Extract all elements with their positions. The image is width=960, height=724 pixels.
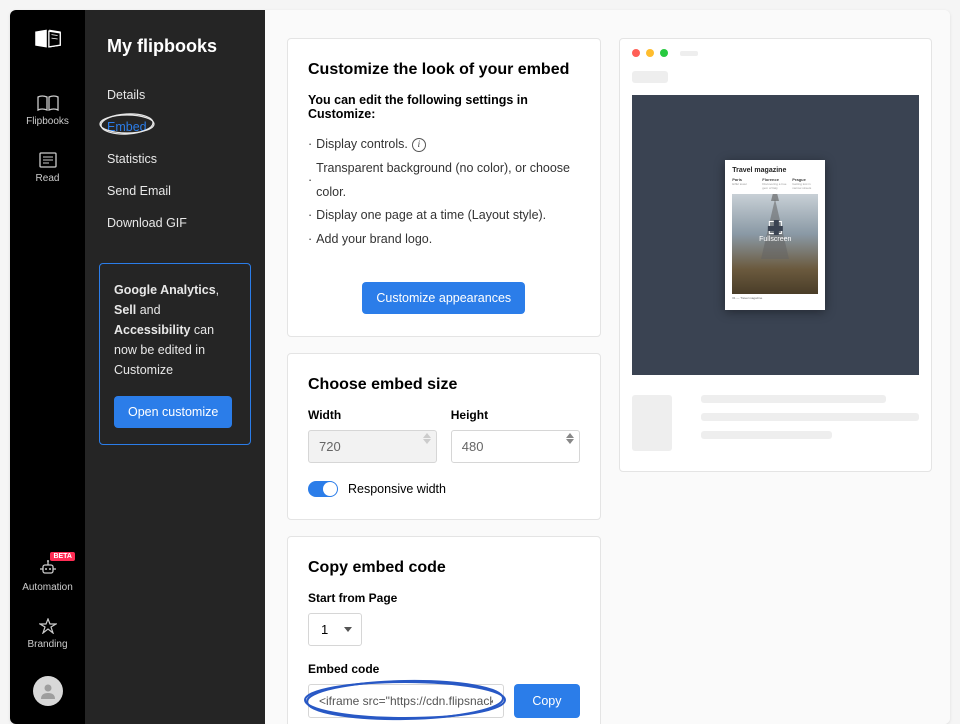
responsive-label: Responsive width [348, 482, 446, 496]
sidebar-item-embed[interactable]: Embed [85, 111, 265, 143]
embed-code-input[interactable] [308, 684, 504, 718]
sidebar-item-download-gif[interactable]: Download GIF [85, 207, 265, 239]
responsive-width-toggle[interactable] [308, 481, 338, 497]
embed-card: Copy embed code Start from Page 1 Embed … [287, 536, 601, 724]
rail-label: Flipbooks [26, 116, 69, 127]
traffic-light-close-icon [632, 49, 640, 57]
open-customize-button[interactable]: Open customize [114, 396, 232, 428]
skeleton-header [632, 71, 668, 83]
flipbook-viewer[interactable]: Travel magazine ParisEiffel tower Floren… [632, 95, 920, 375]
preview-panel: Travel magazine ParisEiffel tower Floren… [619, 38, 933, 472]
address-bar-skeleton [680, 51, 698, 56]
nav-rail: Flipbooks Read BETA Automation Branding [10, 10, 85, 724]
skeleton-content [632, 395, 920, 451]
embed-heading: Copy embed code [308, 559, 580, 577]
traffic-light-min-icon [646, 49, 654, 57]
rail-item-read[interactable]: Read [10, 139, 85, 196]
flipbooks-icon [37, 94, 59, 112]
copy-button[interactable]: Copy [514, 684, 579, 718]
sidebar: My flipbooks Details Embed Statistics Se… [85, 10, 265, 724]
rail-label: Automation [22, 582, 73, 593]
sidebar-title: My flipbooks [85, 36, 265, 79]
start-page-label: Start from Page [308, 591, 580, 605]
height-label: Height [451, 408, 580, 422]
width-field: Width [308, 408, 437, 463]
size-heading: Choose embed size [308, 376, 580, 394]
start-page-select[interactable]: 1 [308, 613, 362, 646]
browser-chrome [620, 39, 932, 65]
rail-item-automation[interactable]: BETA Automation [10, 548, 85, 605]
traffic-light-max-icon [660, 49, 668, 57]
height-input[interactable] [451, 430, 580, 463]
sidebar-item-send-email[interactable]: Send Email [85, 175, 265, 207]
read-icon [37, 151, 59, 169]
customize-heading: Customize the look of your embed [308, 61, 580, 79]
user-avatar[interactable] [33, 676, 63, 706]
rail-item-flipbooks[interactable]: Flipbooks [10, 82, 85, 139]
main-content: Customize the look of your embed You can… [265, 10, 950, 724]
beta-badge: BETA [50, 552, 75, 561]
customize-desc: You can edit the following settings in C… [308, 93, 580, 121]
rail-label: Branding [27, 639, 67, 650]
height-stepper[interactable] [566, 433, 574, 444]
app-logo-icon [34, 28, 62, 50]
page-hero-image [732, 194, 818, 294]
width-input [308, 430, 437, 463]
size-card: Choose embed size Width Height [287, 353, 601, 520]
fullscreen-button[interactable]: Fullscreen [759, 221, 791, 243]
customize-card: Customize the look of your embed You can… [287, 38, 601, 337]
branding-icon [37, 617, 59, 635]
customize-bullet-list: · Display controls. i · Transparent back… [308, 133, 580, 252]
rail-item-branding[interactable]: Branding [10, 605, 85, 662]
sidebar-item-statistics[interactable]: Statistics [85, 143, 265, 175]
height-field: Height [451, 408, 580, 463]
embed-code-label: Embed code [308, 662, 580, 676]
fullscreen-icon [769, 221, 782, 234]
customize-appearances-button[interactable]: Customize appearances [362, 282, 525, 314]
rail-label: Read [36, 173, 60, 184]
width-label: Width [308, 408, 437, 422]
width-stepper [423, 433, 431, 444]
page-columns: ParisEiffel tower FlorenceDiscovering a … [732, 177, 818, 190]
sidebar-item-details[interactable]: Details [85, 79, 265, 111]
automation-icon [37, 560, 59, 578]
info-card: Google Analytics, Sell and Accessibility… [99, 263, 251, 445]
page-title: Travel magazine [732, 167, 818, 174]
info-icon[interactable]: i [412, 138, 426, 152]
